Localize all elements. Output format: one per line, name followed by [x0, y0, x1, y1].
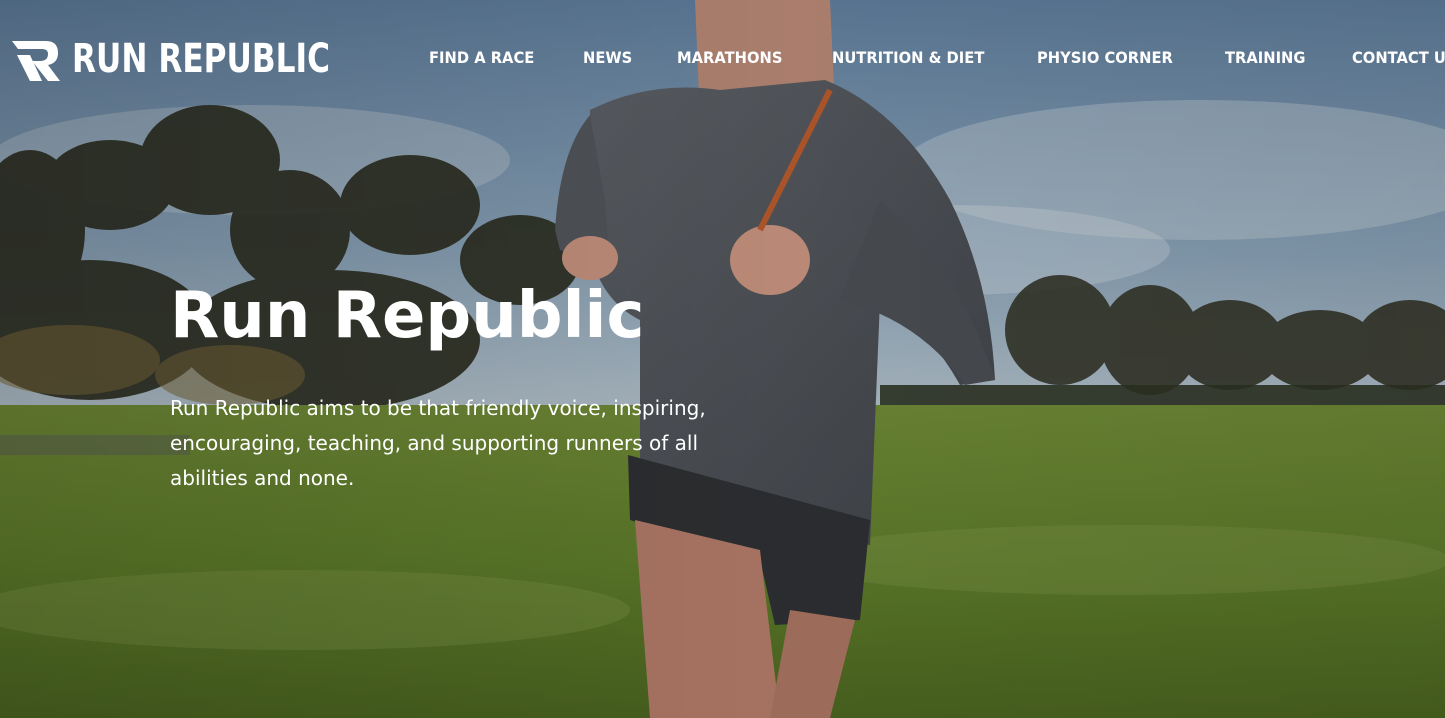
hero-description: Run Republic aims to be that friendly vo… — [170, 396, 706, 490]
nav-link-news[interactable]: NEWS — [583, 46, 632, 70]
site-header: RUN REPUBLIC FIND A RACE NEWS MARATHONS … — [0, 0, 1445, 118]
nav-link-training[interactable]: TRAINING — [1225, 46, 1305, 70]
nav-link-contact-us[interactable]: CONTACT US — [1352, 46, 1445, 70]
hero-title: Run Republic — [170, 279, 645, 353]
site-logo[interactable]: RUN REPUBLIC — [12, 36, 403, 82]
nav-link-physio-corner[interactable]: PHYSIO CORNER — [1037, 46, 1173, 70]
hero-section: RUN REPUBLIC FIND A RACE NEWS MARATHONS … — [0, 0, 1445, 718]
nav-link-marathons[interactable]: MARATHONS — [677, 46, 782, 70]
nav-link-find-a-race[interactable]: FIND A RACE — [429, 46, 534, 70]
nav-link-nutrition-diet[interactable]: NUTRITION & DIET — [832, 46, 984, 70]
main-navigation: FIND A RACE NEWS MARATHONS NUTRITION & D… — [429, 46, 1445, 70]
site-logo-text: RUN REPUBLIC — [72, 36, 331, 82]
run-republic-r-icon — [12, 41, 60, 81]
